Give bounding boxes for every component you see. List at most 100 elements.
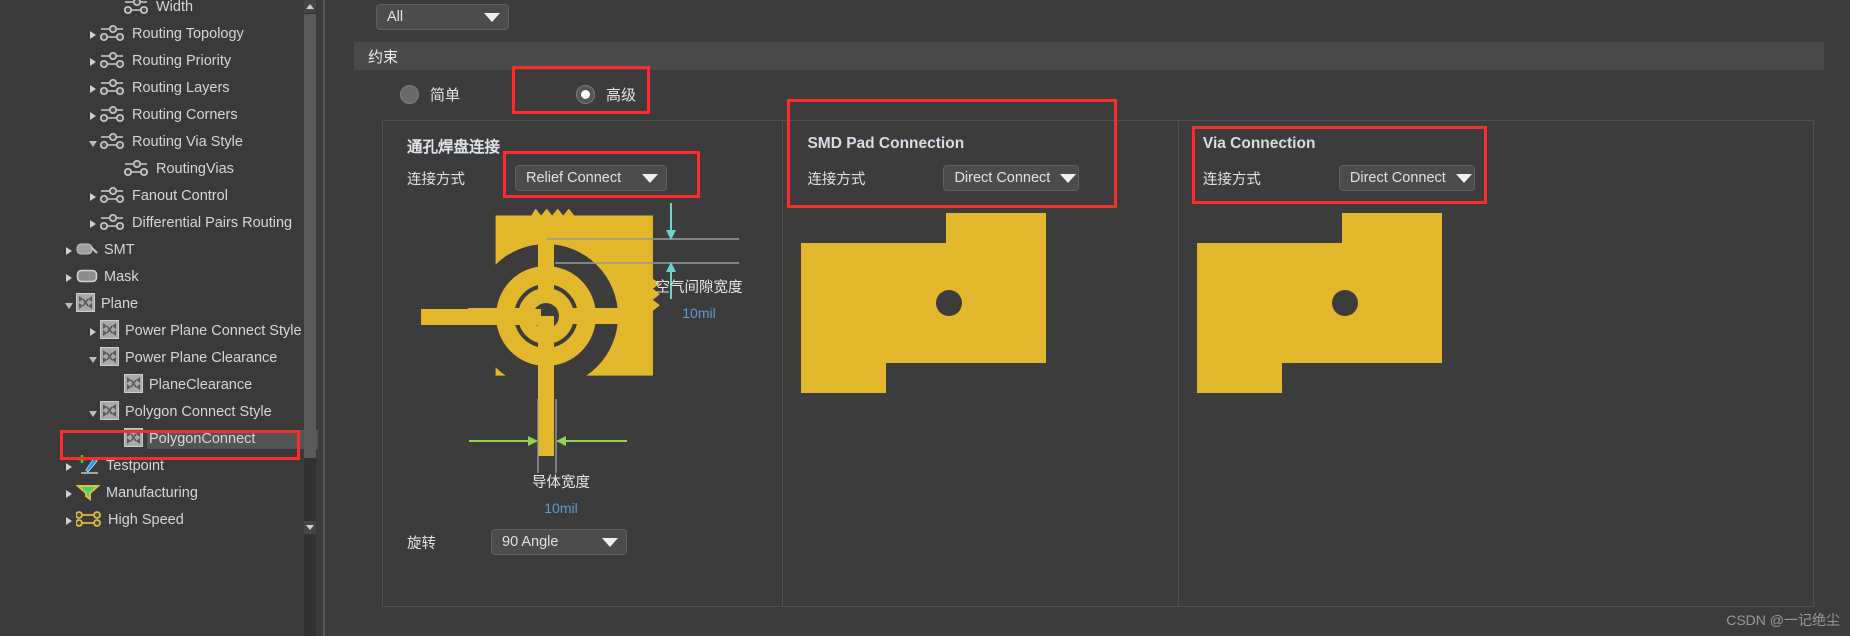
track-down [538,316,554,456]
tree-item-label: Plane [101,296,139,312]
through-hole-pad-panel: 通孔焊盘连接 连接方式 Relief Connect 空气间隙宽度 10mil … [383,121,782,606]
filter-dropdown[interactable]: All [376,4,509,30]
net-rule-icon [99,78,126,100]
tree-item-label: Routing Corners [132,107,238,123]
tree-item[interactable]: High Speed [0,507,300,534]
radio-simple[interactable]: 简单 [400,84,460,105]
radio-simple-indicator[interactable] [400,85,419,104]
net-rule-icon [99,51,126,73]
via-connect-label: 连接方式 [1202,171,1261,188]
plane-icon [76,293,95,312]
rules-tree-sidebar[interactable]: Width Routing Topology Routing Priority Rou… [0,0,319,636]
manufacturing-icon [75,484,101,501]
expand-collapsed-icon[interactable] [62,513,76,529]
tree-item-label: Routing Topology [132,26,244,42]
constraints-body: 简单 高级 通孔焊盘连接 连接方式 Relief Connect 空气间隙宽度 … [354,70,1824,615]
expand-expanded-icon[interactable] [86,135,100,151]
net-rule-icon [99,105,126,127]
tree-item[interactable]: RoutingVias [0,156,300,183]
rules-tree[interactable]: Width Routing Topology Routing Priority Rou… [0,0,318,534]
radio-simple-label: 简单 [430,87,461,104]
plane-icon [100,347,119,366]
tree-item[interactable]: SMT [0,237,300,264]
tree-item-label: High Speed [108,512,184,528]
expand-collapsed-icon[interactable] [62,270,76,286]
tree-item[interactable]: Manufacturing [0,480,300,507]
expand-expanded-icon[interactable] [86,351,100,367]
radio-advanced-label: 高级 [606,87,637,104]
chevron-down-icon [1060,173,1077,183]
tree-item[interactable]: Routing Layers [0,75,300,102]
tree-item-label: Polygon Connect Style [125,404,272,420]
tree-item[interactable]: Power Plane Connect Style [0,318,302,345]
tree-item[interactable]: PolygonConnect [0,426,318,453]
tree-item-label: Routing Layers [132,80,230,96]
expand-collapsed-icon[interactable] [86,324,100,340]
via-panel: Via Connection 连接方式 Direct Connect [1177,121,1813,606]
radio-advanced-indicator[interactable] [576,85,596,104]
through-hole-connect-dropdown[interactable]: Relief Connect [515,165,667,191]
tree-item[interactable]: Mask [0,264,300,291]
tree-item[interactable]: Fanout Control [0,183,300,210]
expand-collapsed-icon[interactable] [62,243,76,259]
tree-item[interactable]: Routing Corners [0,102,300,129]
tree-item[interactable]: PlaneClearance [0,372,300,399]
net-rule-icon [123,0,149,14]
smd-panel-title: SMD Pad Connection [807,135,965,152]
rule-editor-main: All 约束 简单 高级 通孔焊盘连接 连接方式 Relief Connect … [332,0,1850,636]
expand-collapsed-icon[interactable] [86,81,100,97]
splitter[interactable] [318,0,332,636]
tree-item-label: RoutingVias [156,161,234,177]
via-connect-dropdown[interactable]: Direct Connect [1338,165,1475,191]
tree-item[interactable]: Plane [0,291,300,318]
scroll-up-button[interactable] [304,0,316,13]
tree-item-label: Routing Via Style [132,134,243,150]
net-rule-icon [99,24,126,46]
expand-collapsed-icon[interactable] [86,216,100,232]
expand-collapsed-icon[interactable] [62,486,76,502]
rotation-dropdown[interactable]: 90 Angle [491,529,627,555]
through-hole-connect-value: Relief Connect [526,170,622,186]
thermal-relief-graphic [421,203,739,473]
expand-expanded-icon[interactable] [62,297,76,313]
via-pad-hole [1331,290,1358,316]
tree-item[interactable]: Routing Via Style [0,129,300,156]
expand-collapsed-icon[interactable] [86,189,100,205]
expand-collapsed-icon[interactable] [86,27,100,43]
smd-connect-label: 连接方式 [807,171,866,188]
smd-pad-panel: SMD Pad Connection 连接方式 Direct Connect [782,121,1177,606]
tree-item[interactable]: Polygon Connect Style [0,399,300,426]
plane-icon [124,428,143,451]
through-hole-panel-title: 通孔焊盘连接 [407,139,501,156]
smd-connect-dropdown[interactable]: Direct Connect [943,165,1080,191]
tree-item-label: Power Plane Connect Style [125,323,302,339]
tree-item[interactable]: Width [0,0,300,21]
rotation-label: 旋转 [407,535,436,552]
tree-item-label: SMT [104,242,135,258]
plane-icon [100,320,119,339]
plane-icon [100,320,119,343]
plane-icon [124,374,143,393]
conductor-width-label: 导体宽度 [532,475,590,491]
scroll-down-button[interactable] [304,521,316,534]
watermark: CSDN @一记绝尘 [1726,612,1840,628]
expand-collapsed-icon[interactable] [62,459,76,475]
air-gap-label: 空气间隙宽度 [655,280,743,296]
expand-collapsed-icon[interactable] [86,108,100,124]
tree-item[interactable]: Differential Pairs Routing [0,210,300,237]
constraints-section-header: 约束 [354,42,1824,70]
tree-item[interactable]: Routing Topology [0,21,300,48]
expand-collapsed-icon[interactable] [86,54,100,70]
tree-item[interactable]: Testpoint [0,453,300,480]
tree-item[interactable]: Power Plane Clearance [0,345,300,372]
mode-radio-group[interactable]: 简单 高级 [400,84,752,105]
tree-item-label: Width [156,0,194,15]
tree-item-label: Differential Pairs Routing [132,215,293,231]
sidebar-scrollbar-thumb[interactable] [304,14,316,458]
conductor-width-readout: 导体宽度 10mil [461,471,661,516]
via-direct-connect-graphic [1196,213,1442,393]
expand-expanded-icon[interactable] [86,405,100,421]
radio-advanced[interactable]: 高级 [576,84,636,105]
tree-item[interactable]: Routing Priority [0,48,300,75]
plane-icon [124,428,143,447]
